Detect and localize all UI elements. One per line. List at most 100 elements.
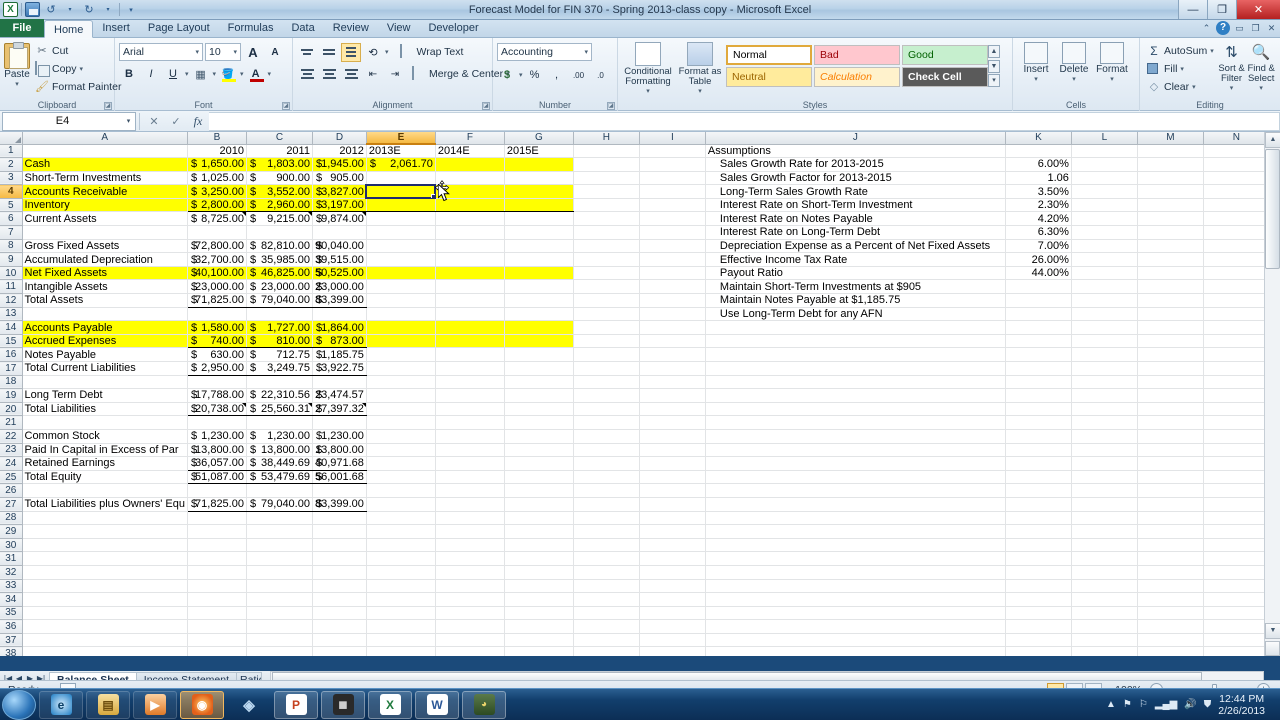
cell-E1[interactable]: 2013E <box>366 144 436 159</box>
cell-B28[interactable] <box>187 511 247 526</box>
table-row[interactable]: 24 Retained Earnings $36,057.00 $38,449.69 $… <box>0 456 1270 471</box>
cell-J35[interactable] <box>705 606 1006 621</box>
table-row[interactable]: 26 <box>0 483 1270 498</box>
start-button-icon[interactable] <box>2 689 36 720</box>
cell-style-check-cell[interactable]: Check Cell <box>902 67 988 87</box>
fill-dropdown-icon[interactable]: ▾ <box>1180 65 1184 73</box>
row-header-28[interactable]: 28 <box>0 511 23 526</box>
cell-M7[interactable] <box>1137 225 1204 240</box>
cell-F17[interactable] <box>435 361 505 376</box>
cell-K4[interactable]: 3.50% <box>1005 184 1072 199</box>
cell-F38[interactable] <box>435 646 505 656</box>
cell-D28[interactable] <box>312 511 367 526</box>
tab-review[interactable]: Review <box>324 19 378 37</box>
table-row[interactable]: 10 Net Fixed Assets $40,100.00 $46,825.00 $5… <box>0 266 1270 281</box>
row-header-24[interactable]: 24 <box>0 456 23 471</box>
cell-M6[interactable] <box>1137 211 1204 227</box>
cell-E14[interactable] <box>366 320 436 335</box>
doc-restore-icon[interactable]: ❐ <box>1249 23 1262 34</box>
format-dropdown-icon[interactable]: ▾ <box>1110 75 1114 83</box>
cell-J11[interactable]: Maintain Short-Term Investments at $905 <box>705 279 1006 295</box>
quick-access-toolbar[interactable]: X ↺ ▾ ↻ ▾ ▾ <box>0 0 139 20</box>
cell-M35[interactable] <box>1137 606 1204 621</box>
cell-N9[interactable] <box>1203 252 1270 267</box>
cell-I20[interactable] <box>639 402 706 417</box>
cell-E16[interactable] <box>366 347 436 362</box>
cell-M17[interactable] <box>1137 361 1204 376</box>
cell-F18[interactable] <box>435 375 505 390</box>
row-header-7[interactable]: 7 <box>0 225 23 240</box>
cell-B26[interactable] <box>187 483 247 498</box>
clock[interactable]: 12:44 PM 2/26/2013 <box>1218 693 1265 717</box>
cell-A25[interactable]: Total Equity <box>22 470 188 485</box>
cell-F23[interactable] <box>435 443 505 458</box>
cell-N37[interactable] <box>1203 633 1270 648</box>
cell-I11[interactable] <box>639 279 706 295</box>
cell-G5[interactable] <box>504 198 574 213</box>
row-header-8[interactable]: 8 <box>0 239 23 254</box>
cell-H10[interactable] <box>573 266 640 281</box>
align-middle-button[interactable] <box>319 43 339 62</box>
cell-H19[interactable] <box>573 388 640 403</box>
cell-I37[interactable] <box>639 633 706 648</box>
cell-H13[interactable] <box>573 307 640 322</box>
cell-G37[interactable] <box>504 633 574 648</box>
cell-L32[interactable] <box>1071 565 1138 580</box>
help-icon[interactable]: ? <box>1216 21 1230 35</box>
cell-I1[interactable] <box>639 144 706 159</box>
cell-N5[interactable] <box>1203 198 1270 213</box>
cell-C37[interactable] <box>246 633 313 648</box>
cell-J6[interactable]: Interest Rate on Notes Payable <box>705 211 1006 227</box>
cell-C13[interactable] <box>246 307 313 322</box>
cell-J31[interactable] <box>705 551 1006 566</box>
cell-I26[interactable] <box>639 483 706 498</box>
cell-H24[interactable] <box>573 456 640 471</box>
currency-dropdown-icon[interactable]: ▾ <box>519 71 523 79</box>
cell-E26[interactable] <box>366 483 436 498</box>
fill-color-dropdown-icon[interactable]: ▾ <box>240 70 244 78</box>
cell-J27[interactable] <box>705 497 1006 512</box>
cell-F4[interactable] <box>435 184 505 199</box>
cell-J12[interactable]: Maintain Notes Payable at $1,185.75 <box>705 293 1006 308</box>
insert-function-icon[interactable]: fx <box>187 112 209 130</box>
cell-M28[interactable] <box>1137 511 1204 526</box>
cell-H2[interactable] <box>573 157 640 172</box>
cell-I34[interactable] <box>639 592 706 607</box>
cell-M1[interactable] <box>1137 144 1204 159</box>
cell-K17[interactable] <box>1005 361 1072 376</box>
cell-N11[interactable] <box>1203 279 1270 295</box>
cell-G3[interactable] <box>504 171 574 186</box>
cell-K18[interactable] <box>1005 375 1072 390</box>
cell-C35[interactable] <box>246 606 313 621</box>
cell-H6[interactable] <box>573 211 640 227</box>
row-header-5[interactable]: 5 <box>0 198 23 213</box>
cell-G19[interactable] <box>504 388 574 403</box>
cell-A21[interactable] <box>22 415 188 430</box>
table-row[interactable]: 16 Notes Payable $630.00 $712.75 $1,185.75 <box>0 347 1270 362</box>
cell-H38[interactable] <box>573 646 640 656</box>
cell-H3[interactable] <box>573 171 640 186</box>
cell-E6[interactable] <box>366 211 436 227</box>
cell-D16[interactable]: $1,185.75 <box>312 347 367 362</box>
column-header-l[interactable]: L <box>1071 132 1138 145</box>
undo-icon[interactable]: ↺ <box>43 2 59 18</box>
cell-K38[interactable] <box>1005 646 1072 656</box>
currency-format-button[interactable]: $ <box>497 66 517 85</box>
vertical-scrollbar[interactable]: ▲ ▼ <box>1264 132 1280 656</box>
cell-N15[interactable] <box>1203 334 1270 349</box>
cell-C29[interactable] <box>246 524 313 539</box>
cell-A8[interactable]: Gross Fixed Assets <box>22 239 188 254</box>
cell-K37[interactable] <box>1005 633 1072 648</box>
cell-C4[interactable]: $3,552.00 <box>246 184 313 199</box>
name-box[interactable]: E4 ▾ <box>2 111 136 131</box>
cell-L18[interactable] <box>1071 375 1138 390</box>
cell-I27[interactable] <box>639 497 706 512</box>
cell-D24[interactable]: $40,971.68 <box>312 456 367 471</box>
cell-K3[interactable]: 1.06 <box>1005 171 1072 186</box>
table-row[interactable]: 8 Gross Fixed Assets $72,800.00 $82,810.00 $… <box>0 239 1270 254</box>
cell-B29[interactable] <box>187 524 247 539</box>
cell-C32[interactable] <box>246 565 313 580</box>
delete-dropdown-icon[interactable]: ▾ <box>1072 75 1076 83</box>
grow-font-button[interactable]: A <box>243 43 263 62</box>
cell-F13[interactable] <box>435 307 505 322</box>
